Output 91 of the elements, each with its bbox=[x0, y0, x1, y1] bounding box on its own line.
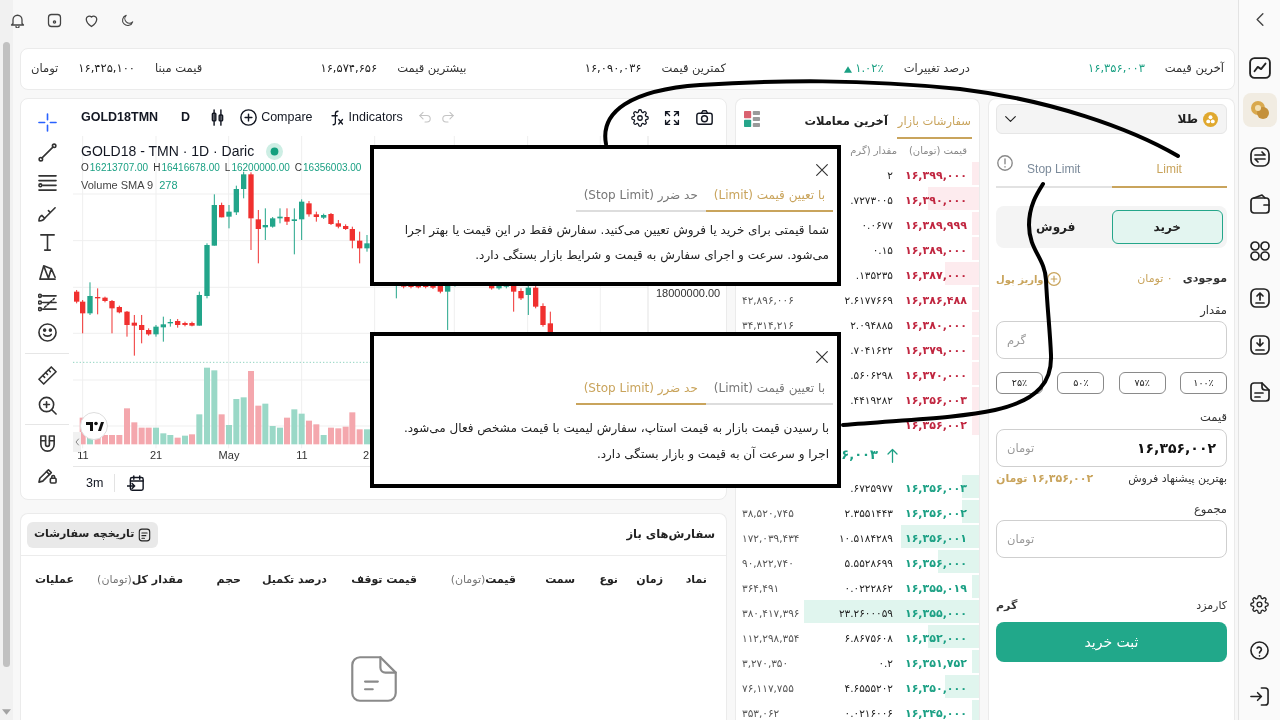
column-header: قیمت (تومان) bbox=[908, 144, 967, 156]
price-value: ۱۶,۳۵۶,۰۰۳ bbox=[904, 393, 967, 407]
stat-value: ۱.۰۲٪ bbox=[855, 60, 884, 78]
amount-value: .۷۰۴۱۶۲۲ bbox=[850, 343, 893, 356]
column-header: قیمت توقف bbox=[351, 571, 417, 588]
price-value: ۱۶,۳۸۶,۴۸۸ bbox=[904, 293, 967, 307]
amount-value: ۲.۶۱۷۷۶۶۹ bbox=[844, 293, 893, 306]
total-value: ۷۶,۱۱۷,۷۵۵ bbox=[742, 681, 794, 694]
column-header: درصد تکمیل bbox=[262, 571, 327, 588]
stat-value: ۱۶,۵۷۴,۶۵۶ bbox=[320, 60, 378, 78]
amount-value: .۶۷۲۵۹۷۷ bbox=[850, 481, 893, 494]
fee-value: گرم bbox=[996, 597, 1018, 614]
column-header: سمت bbox=[545, 571, 575, 588]
total-value: ۳۴,۳۱۴,۲۱۶ bbox=[742, 318, 794, 331]
amount-value: ۲.۰۹۴۸۸۵ bbox=[850, 318, 893, 331]
balance-label: موجودی bbox=[1182, 270, 1227, 287]
stat-value: ۱۶,۳۵۶,۰۰۳ bbox=[1088, 60, 1145, 78]
amount-value: ۰.۰۲۱۶۰۰۶ bbox=[844, 706, 893, 719]
stat-value: ۱۶,۰۹۰,۰۳۶ bbox=[584, 60, 642, 78]
price-value: ۱۶,۳۵۲,۰۰۰ bbox=[904, 631, 967, 645]
amount-value: .۴۴۱۹۲۸۲ bbox=[850, 393, 893, 406]
column-header: زمان bbox=[636, 571, 663, 588]
fee-label: کارمزد bbox=[1196, 597, 1227, 614]
column-header: مقدار کل bbox=[131, 571, 183, 588]
total-value: ۳۵۳,۰۶۲ bbox=[742, 706, 780, 719]
field-label: مقدار bbox=[1200, 302, 1227, 320]
stat-label: آخرین قیمت bbox=[1164, 60, 1224, 78]
price-value: ۱۶,۳۴۵,۰۰۰ bbox=[904, 706, 967, 720]
price-value: ۱۶,۳۵۶,۰۰۲ bbox=[904, 418, 967, 432]
price-value: ۱۶,۳۷۹,۰۰۰ bbox=[904, 343, 967, 357]
total-value: ۳۶۴,۴۹۱ bbox=[742, 581, 780, 594]
amount-value: ۰.۰۶۷۷ bbox=[861, 218, 893, 231]
amount-value: ۰.۰۲۲۲۸۶۲ bbox=[844, 581, 893, 594]
stat-label: کمترین قیمت bbox=[661, 60, 726, 78]
stat-label: درصد تغییرات bbox=[903, 60, 970, 78]
unit-label: تومان bbox=[31, 60, 59, 78]
amount-value: ۰.۲ bbox=[878, 656, 893, 669]
amount-value: ۴.۶۵۵۵۲۰۲ bbox=[844, 681, 893, 694]
best-offer-label: بهترین پیشنهاد فروش bbox=[1128, 470, 1227, 487]
price-value: ۱۶,۳۵۵,۰۰۰ bbox=[904, 606, 967, 620]
total-value: ۳,۲۷۰,۳۵۰ bbox=[742, 656, 789, 669]
total-value: ۱۱۲,۲۹۸,۳۵۴ bbox=[742, 631, 800, 644]
price-value: ۱۶,۳۸۰,۰۰۰ bbox=[904, 318, 967, 332]
amount-value: .۱۳۵۲۳۵ bbox=[855, 268, 893, 281]
price-value: ۱۶,۳۸۹,۹۹۹ bbox=[904, 218, 967, 232]
total-value: ۱۷۲,۰۳۹,۴۳۴ bbox=[742, 531, 800, 544]
unit-label: تومان bbox=[1007, 531, 1035, 547]
amount-value: ۲۳.۲۶۰۰۰۵۹ bbox=[838, 606, 893, 619]
stat-label: قیمت مبنا bbox=[155, 60, 203, 78]
amount-value: ۵.۵۵۲۸۶۹۹ bbox=[844, 556, 893, 569]
best-offer-value: ۱۶,۳۵۶,۰۰۲ تومان bbox=[996, 470, 1094, 487]
price-value: ۱۶,۳۵۱,۷۵۲ bbox=[904, 656, 967, 670]
price-value: ۱۶,۳۸۹,۰۰۰ bbox=[904, 243, 967, 257]
column-header: حجم bbox=[216, 571, 241, 588]
total-value: ۳۸۰,۴۱۷,۳۹۶ bbox=[742, 606, 800, 619]
price-value: ۱۶,۳۷۰,۰۰۰ bbox=[904, 368, 967, 382]
price-value: ۱۶,۳۵۶,۰۰۱ bbox=[904, 531, 967, 545]
amount-value: .۵۶۰۶۲۹۸ bbox=[850, 368, 893, 381]
column-header: نوع bbox=[599, 571, 618, 588]
price-value: ۱۶,۳۵۰,۰۰۰ bbox=[904, 681, 967, 695]
total-value: ۳۸,۵۲۰,۷۴۵ bbox=[742, 506, 794, 519]
unit-label: تومان bbox=[1007, 440, 1035, 456]
price-value: ۱۶,۳۵۶,۰۰۰ bbox=[904, 556, 967, 570]
panel-title: سفارش‌های باز bbox=[626, 525, 715, 543]
field-label: مجموع bbox=[1193, 501, 1227, 519]
amount-value: ۲.۳۵۵۱۴۴۳ bbox=[844, 506, 893, 519]
column-unit: (تومان) bbox=[450, 571, 486, 588]
amount-value: .۷۲۷۳۰۰۵ bbox=[850, 193, 893, 206]
column-header: قیمت bbox=[485, 571, 516, 588]
stat-label: بیشترین قیمت bbox=[397, 60, 467, 78]
column-header: نماد bbox=[685, 571, 707, 588]
stat-value: ۱۶,۴۲۵,۱۰۰ bbox=[78, 60, 136, 78]
price-value: ۱۶,۳۸۷,۰۰۰ bbox=[904, 268, 967, 282]
amount-value: ۶.۸۶۷۵۶۰۸ bbox=[844, 631, 893, 644]
column-header: عملیات bbox=[34, 571, 74, 588]
amount-value: ۰.۱۵ bbox=[872, 243, 893, 256]
column-header: مقدار (گرم bbox=[850, 144, 897, 156]
balance-value: ۰ تومان bbox=[1137, 270, 1173, 287]
column-unit: (تومان) bbox=[97, 571, 132, 588]
price-value: ۱۶,۳۹۹,۰۰۰ bbox=[904, 168, 967, 182]
field-label: قیمت bbox=[1200, 409, 1227, 427]
price-value: ۱۶,۳۵۶,۰۰۳ bbox=[904, 481, 967, 495]
unit-label: گرم bbox=[1007, 332, 1026, 348]
total-value: ۹۰,۸۲۲,۷۴۰ bbox=[742, 556, 794, 569]
price-value: ۱۶,۳۵۶,۰۰۲ bbox=[904, 506, 967, 520]
amount-value: ۱۰.۵۱۸۴۲۸۹ bbox=[838, 531, 893, 544]
amount-value: ۲ bbox=[887, 168, 893, 181]
price-value: ۱۶,۳۹۰,۰۰۰ bbox=[904, 193, 967, 207]
total-value: ۴۲,۸۹۶,۰۰۶ bbox=[742, 293, 794, 306]
last-price: ۶,۰۰۳ bbox=[841, 446, 878, 465]
price-value: ۱۶,۳۵۵,۰۱۹ bbox=[904, 581, 967, 595]
